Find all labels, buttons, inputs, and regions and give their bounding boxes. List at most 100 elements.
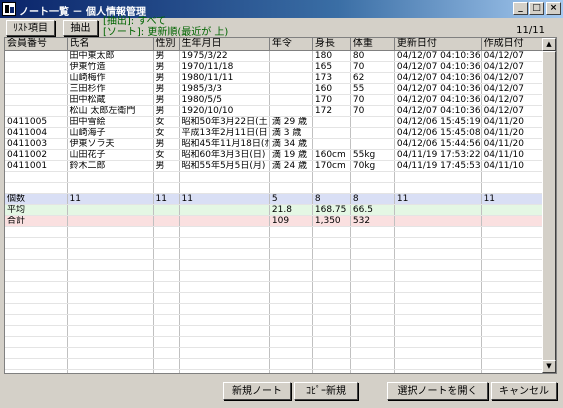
table-cell: 04/12/07 — [481, 94, 549, 106]
table-cell: 山田花子 — [67, 149, 154, 161]
table-cell — [153, 215, 180, 227]
empty-row[interactable] — [5, 226, 549, 238]
table-cell — [269, 50, 313, 62]
table-row[interactable]: 松山 太郎左衛門男 1920/10/10 172 70 04/12/07 04:10:3… — [5, 105, 549, 117]
table-cell — [5, 171, 68, 183]
scroll-up-icon[interactable]: ▲ — [542, 38, 556, 51]
column-header[interactable]: 作成日付 — [481, 38, 549, 51]
table-cell — [5, 358, 68, 370]
table-cell: 04/11/10 — [481, 160, 549, 172]
table-cell: 04/12/07 04:10:36 — [394, 61, 482, 73]
table-cell — [269, 325, 313, 337]
empty-row[interactable] — [5, 171, 549, 183]
table-cell — [67, 226, 154, 238]
table-cell — [481, 171, 549, 183]
column-header[interactable]: 氏名 — [67, 38, 154, 51]
empty-row[interactable] — [5, 292, 549, 304]
list-items-button[interactable]: ﾘｽﾄ項目 — [6, 20, 55, 36]
table-cell: 8 — [312, 193, 351, 205]
minimize-button[interactable]: _ — [513, 2, 528, 15]
table-row[interactable]: 山崎梅作男 1980/11/11 173 62 04/12/07 04:10:36 04/… — [5, 72, 549, 84]
table-row[interactable]: 0411003 伊東ソラ夫男昭和45年11月18日(ｵ満 34 歳 04/12/06… — [5, 138, 549, 150]
new-note-button[interactable]: 新規ノート — [223, 382, 291, 400]
scroll-thumb[interactable] — [542, 51, 556, 361]
table-cell — [312, 259, 351, 271]
close-button[interactable]: × — [546, 2, 561, 15]
table-cell — [5, 237, 68, 249]
table-cell — [269, 358, 313, 370]
table-row[interactable]: 伊東竹造男 1970/11/18 165 70 04/12/07 04:10:36 04/… — [5, 61, 549, 73]
table-cell: 165 — [312, 61, 351, 73]
maximize-button[interactable]: □ — [529, 2, 544, 15]
empty-row[interactable] — [5, 325, 549, 337]
column-header[interactable]: 会員番号 — [5, 38, 68, 51]
table-cell — [179, 204, 270, 216]
column-header[interactable]: 生年月日 — [179, 38, 270, 51]
empty-row[interactable] — [5, 303, 549, 315]
table-row[interactable]: 0411004 山崎海子女平成13年2月11日(日満 3 歳 04/12/06 15… — [5, 127, 549, 139]
table-cell: 04/12/07 — [481, 50, 549, 62]
table-cell — [67, 281, 154, 293]
table-cell — [481, 259, 549, 271]
table-cell: 5 — [269, 193, 313, 205]
column-header[interactable]: 性別 — [153, 38, 180, 51]
table-cell — [394, 182, 482, 194]
column-header[interactable]: 更新日付 — [394, 38, 482, 51]
table-cell — [5, 50, 68, 62]
table-cell: 04/11/20 — [481, 127, 549, 139]
table-cell — [153, 226, 180, 238]
empty-row[interactable] — [5, 314, 549, 326]
table-cell: 04/11/19 17:53:22 — [394, 149, 482, 161]
column-header[interactable]: 年令 — [269, 38, 313, 51]
table-cell — [153, 270, 180, 282]
table-cell — [153, 325, 180, 337]
table-cell: 80 — [350, 50, 395, 62]
cancel-button[interactable]: キャンセル — [491, 382, 557, 400]
table-cell: 04/12/07 04:10:36 — [394, 72, 482, 84]
table-row[interactable]: 田中松蔵男 1980/5/5 170 70 04/12/07 04:10:36 04/12… — [5, 94, 549, 106]
table-cell — [153, 369, 180, 373]
table-cell — [179, 303, 270, 315]
table-row[interactable]: 三田杉作男 1985/3/3 160 55 04/12/07 04:10:36 04/12… — [5, 83, 549, 95]
empty-row[interactable] — [5, 259, 549, 271]
empty-row[interactable] — [5, 237, 549, 249]
table-cell — [153, 347, 180, 359]
table-row[interactable]: 0411005 田中雪絵女昭和50年3月22日(土満 29 歳 04/12/06 1… — [5, 116, 549, 128]
table-cell — [481, 358, 549, 370]
empty-row[interactable] — [5, 347, 549, 359]
empty-row[interactable] — [5, 358, 549, 370]
table-cell — [5, 248, 68, 260]
table-row[interactable]: 0411002 山田花子女昭和60年3月3日(日) 満 19 歳 160cm 55kg 0… — [5, 149, 549, 161]
empty-row[interactable] — [5, 270, 549, 282]
table-cell — [269, 105, 313, 117]
empty-row[interactable] — [5, 281, 549, 293]
empty-row[interactable] — [5, 182, 549, 194]
table-cell: 伊東ソラ夫 — [67, 138, 154, 150]
table-cell — [312, 182, 351, 194]
table-cell: 0411003 — [5, 138, 68, 150]
open-selected-button[interactable]: 選択ノートを開く — [387, 382, 488, 400]
copy-new-button[interactable]: ｺﾋﾟｰ新規 — [294, 382, 358, 400]
table-cell — [312, 226, 351, 238]
empty-row[interactable] — [5, 369, 549, 373]
extract-button[interactable]: 抽出 — [63, 20, 98, 36]
table-cell — [312, 314, 351, 326]
vertical-scrollbar[interactable]: ▲ ▼ — [542, 38, 556, 373]
table-row[interactable]: 田中東太郎男 1975/3/22 180 80 04/12/07 04:10:36 04/… — [5, 50, 549, 62]
table-cell — [269, 94, 313, 106]
column-header[interactable]: 身長 — [312, 38, 351, 51]
note-list-grid[interactable]: 会員番号 氏名 性別 生年月日 年令 身長 体重 更新日付 作成日付 田中東太郎男 1975/3/… — [4, 37, 557, 374]
column-header[interactable]: 体重 — [350, 38, 395, 51]
scroll-down-icon[interactable]: ▼ — [542, 360, 556, 373]
table-cell: 04/12/07 — [481, 105, 549, 117]
table-cell — [269, 336, 313, 348]
empty-row[interactable] — [5, 248, 549, 260]
table-cell: 1980/5/5 — [179, 94, 270, 106]
table-row[interactable]: 0411001 鈴木二郎男昭和55年5月5日(月) 満 24 歳 170cm 70kg 0… — [5, 160, 549, 172]
note-table: 会員番号 氏名 性別 生年月日 年令 身長 体重 更新日付 作成日付 田中東太郎男 1975/3/… — [5, 38, 549, 373]
empty-row[interactable] — [5, 336, 549, 348]
table-cell — [350, 226, 395, 238]
table-cell — [312, 303, 351, 315]
table-cell — [5, 369, 68, 373]
table-cell — [394, 248, 482, 260]
